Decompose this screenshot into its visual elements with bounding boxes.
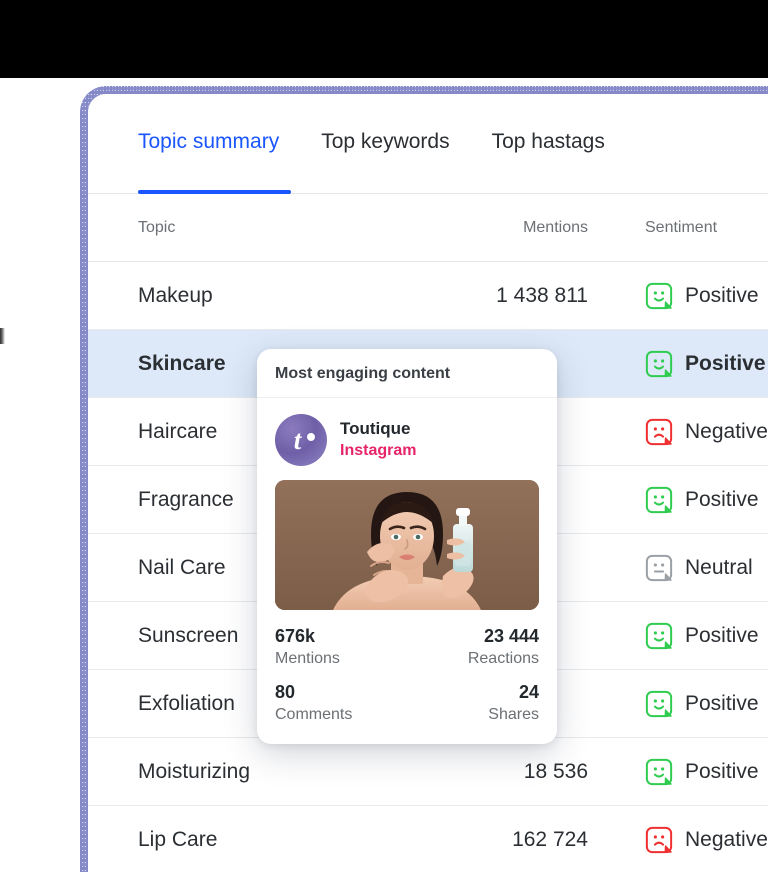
sentiment-label: Positive [685, 759, 759, 783]
column-header-topic[interactable]: Topic [88, 219, 378, 237]
avatar: t [275, 414, 327, 466]
tab-topic-summary-label: Topic summary [138, 130, 280, 153]
stat-value: 676k [275, 626, 316, 646]
sentiment-label: Positive [685, 691, 759, 715]
profile-network: Instagram [340, 442, 417, 460]
sentiment-label: Negative [685, 419, 768, 443]
tab-top-keywords-label: Top keywords [321, 130, 450, 153]
content-photo[interactable] [275, 480, 539, 610]
cell-sentiment: Neutral [588, 554, 768, 582]
sentiment-label: Positive [685, 623, 759, 647]
stat-shares: 24 Shares [407, 680, 539, 726]
column-header-sentiment[interactable]: Sentiment [588, 219, 768, 237]
table-row[interactable]: Makeup 1 438 811 Positive [88, 262, 768, 330]
sentiment-label: Positive [685, 283, 759, 307]
stat-label: Shares [488, 706, 539, 724]
table-row[interactable]: Moisturizing 18 536 Positive [88, 738, 768, 806]
stat-mentions: 676k Mentions [275, 624, 407, 670]
cell-sentiment: Positive [588, 486, 768, 514]
stat-reactions: 23 444 Reactions [407, 624, 539, 670]
column-header-mentions[interactable]: Mentions [378, 219, 588, 237]
cell-sentiment: Positive [588, 282, 768, 310]
cell-topic: Lip Care [138, 827, 218, 851]
cell-sentiment: Positive [588, 690, 768, 718]
sentiment-bubble-icon [645, 282, 673, 309]
sentiment-bubble-icon [645, 418, 673, 445]
sentiment-bubble-icon [645, 622, 673, 649]
sentiment-bubble-icon [645, 554, 673, 581]
stat-value: 80 [275, 681, 296, 702]
sentiment-bubble-icon [645, 350, 673, 377]
sentiment-label: Neutral [685, 555, 753, 579]
tab-top-keywords[interactable]: Top keywords [321, 101, 449, 186]
cell-topic: Makeup [138, 283, 213, 307]
tab-top-hastags-label: Top hastags [491, 130, 605, 153]
sentiment-label: Negative [685, 827, 768, 851]
stat-comments: 80 Comments [275, 680, 407, 726]
stat-label: Comments [275, 706, 353, 724]
sentiment-bubble-icon [645, 690, 673, 717]
cell-sentiment: Positive [588, 622, 768, 650]
table-row[interactable]: Lip Care 162 724 Negative [88, 806, 768, 872]
tab-bar: Topic summary Top keywords Top hastags [88, 94, 768, 194]
screenshot-stage: Topic summary Top keywords Top hastags T… [0, 0, 768, 872]
sentiment-bubble-icon [645, 758, 673, 785]
cut-off-edge-mark [0, 328, 5, 344]
letterbox-band [0, 0, 768, 78]
card-profile[interactable]: t Toutique Instagram [275, 414, 539, 466]
avatar-letter: t [293, 424, 302, 455]
card-profile-text: Toutique Instagram [340, 418, 416, 462]
most-engaging-content-card: Most engaging content t Toutique Instagr… [257, 349, 557, 744]
stat-label: Mentions [275, 650, 340, 668]
tab-top-hastags[interactable]: Top hastags [492, 101, 605, 186]
card-title: Most engaging content [257, 349, 557, 398]
stat-label: Reactions [467, 650, 539, 668]
cell-sentiment: Negative [588, 826, 768, 854]
cell-mentions: 162 724 [512, 827, 588, 851]
cell-sentiment: Positive [588, 758, 768, 786]
stat-value: 24 [518, 681, 539, 702]
cell-mentions: 1 438 811 [496, 283, 588, 307]
sentiment-bubble-icon [645, 826, 673, 853]
table-header-row: Topic Mentions Sentiment [88, 194, 768, 262]
tab-topic-summary[interactable]: Topic summary [138, 101, 279, 186]
card-stats: 676k Mentions 23 444 Reactions 80 Comments 24 S… [275, 624, 539, 726]
cell-mentions: 18 536 [523, 759, 588, 783]
sentiment-label: Positive [685, 487, 759, 511]
stat-value: 23 444 [483, 626, 539, 646]
sentiment-label: Positive [685, 351, 766, 375]
cell-topic: Moisturizing [138, 759, 251, 783]
profile-name: Toutique [340, 419, 411, 439]
avatar-dot-icon [307, 433, 315, 441]
content-photo-illustration [275, 480, 539, 610]
sentiment-bubble-icon [645, 486, 673, 513]
cell-sentiment: Positive [588, 350, 768, 378]
cell-sentiment: Negative [588, 418, 768, 446]
card-body: t Toutique Instagram 676k Mentions 23 44… [257, 398, 557, 744]
